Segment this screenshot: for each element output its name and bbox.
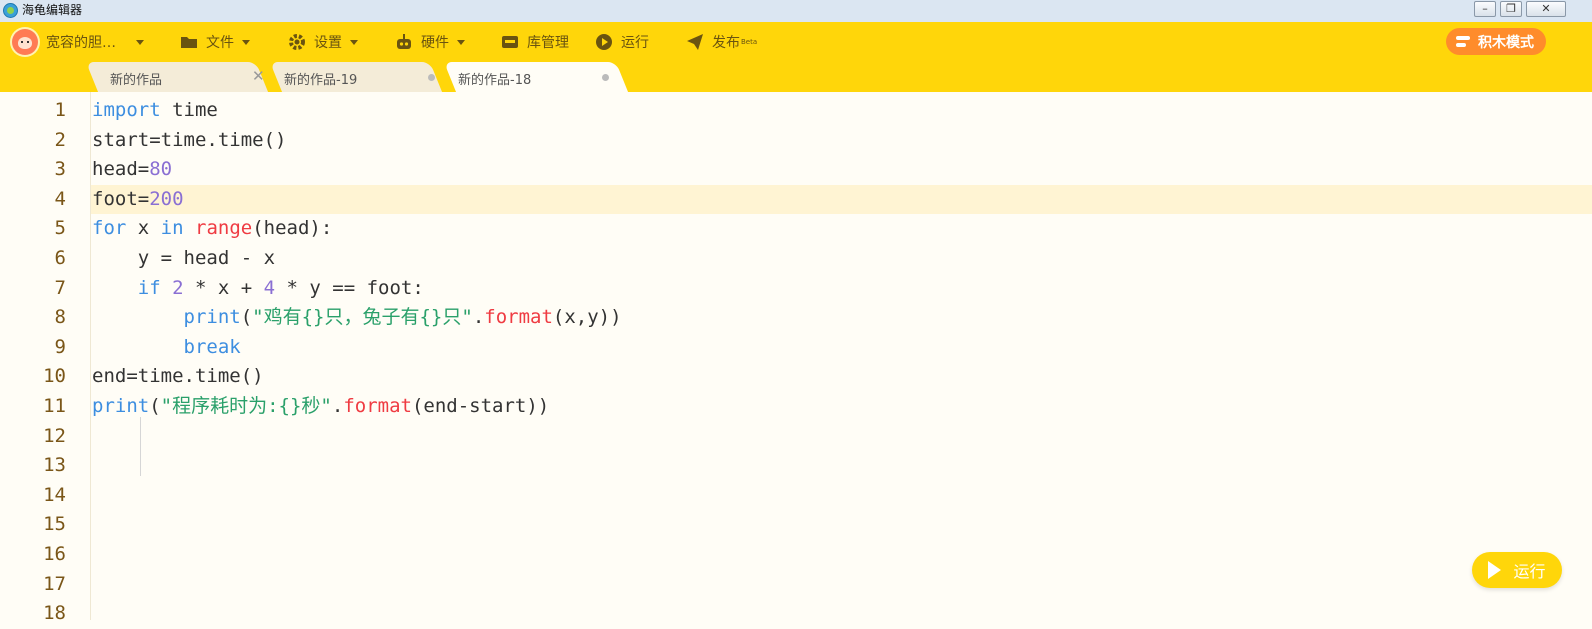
tab-label: 新的作品-19: [284, 73, 358, 88]
line-number: 10: [43, 365, 66, 388]
code-line[interactable]: 14: [0, 481, 1592, 511]
code-text[interactable]: break: [92, 333, 241, 363]
library-manager-label: 库管理: [527, 35, 569, 51]
close-icon[interactable]: ✕: [252, 67, 265, 85]
line-number: 18: [43, 602, 66, 625]
blocks-mode-label: 积木模式: [1478, 34, 1534, 51]
window-title: 海龟编辑器: [22, 3, 83, 17]
avatar: [12, 29, 38, 55]
code-line[interactable]: 16: [0, 540, 1592, 570]
tab-new-work[interactable]: 新的作品 ✕: [85, 62, 269, 92]
folder-icon: [181, 37, 197, 48]
tab-label: 新的作品-18: [458, 73, 532, 88]
line-number: 6: [54, 247, 66, 269]
line-number: 15: [43, 513, 66, 536]
code-line[interactable]: 11 print("程序耗时为:{}秒".format(end-start)): [0, 392, 1592, 422]
line-number: 16: [43, 543, 66, 565]
line-number: 9: [54, 335, 66, 358]
beta-badge: Beta: [741, 38, 758, 46]
code-text[interactable]: print("鸡有{}只，兔子有{}只".format(x,y)): [92, 303, 622, 333]
code-text[interactable]: head=80: [92, 155, 172, 185]
code-text[interactable]: start=time.time(): [92, 126, 286, 156]
code-line[interactable]: 6 y = head - x: [0, 244, 1592, 274]
main-toolbar: 宽容的胆… 文件 设置 硬件 库管理 运行 发布 Beta 积木模式: [0, 22, 1592, 62]
code-text[interactable]: foot=200: [92, 185, 184, 215]
code-line[interactable]: 9 break: [0, 333, 1592, 363]
current-line-highlight: [91, 184, 1592, 215]
unsaved-dot-icon[interactable]: [602, 74, 609, 81]
code-line[interactable]: 15: [0, 510, 1592, 540]
line-number: 12: [43, 424, 66, 447]
blocks-icon: [1456, 35, 1470, 48]
code-line[interactable]: 10 end=time.time(): [0, 362, 1592, 392]
blocks-mode-button[interactable]: 积木模式: [1446, 28, 1546, 55]
line-number: 11: [43, 395, 66, 417]
run-button-label: 运行: [1513, 562, 1546, 581]
code-line[interactable]: 3 head=80: [0, 155, 1592, 185]
user-menu[interactable]: 宽容的胆…: [12, 22, 144, 62]
code-line[interactable]: 5 for x in range(head):: [0, 214, 1592, 244]
chevron-down-icon: [457, 39, 465, 45]
paper-plane-icon: [687, 34, 703, 50]
publish-label: 发布: [712, 35, 740, 51]
settings-menu-label: 设置: [314, 35, 342, 51]
unsaved-dot-icon[interactable]: [428, 74, 435, 81]
tab-new-work-19[interactable]: 新的作品-19: [269, 62, 443, 92]
line-number: 13: [43, 454, 66, 477]
line-number: 1: [54, 99, 66, 121]
tab-label: 新的作品: [110, 73, 163, 88]
code-text[interactable]: import time: [92, 96, 218, 126]
line-number: 7: [54, 276, 66, 299]
line-number: 17: [43, 572, 66, 595]
line-number: 3: [54, 158, 66, 181]
code-line[interactable]: 1 import time: [0, 96, 1592, 126]
code-line[interactable]: 17: [0, 570, 1592, 600]
publish-button[interactable]: 发布 Beta: [686, 22, 757, 62]
chevron-down-icon: [242, 39, 250, 45]
robot-icon: [397, 34, 411, 49]
settings-menu[interactable]: 设置: [288, 22, 358, 62]
run-toolbar-label: 运行: [621, 35, 649, 51]
tab-strip: 新的作品 ✕ 新的作品-19 新的作品-18: [0, 62, 1592, 92]
code-text[interactable]: end=time.time(): [92, 362, 264, 392]
code-line[interactable]: 8 print("鸡有{}只，兔子有{}只".format(x,y)): [0, 303, 1592, 333]
code-editor[interactable]: 1 import time 2 start=time.time() 3 head…: [0, 92, 1592, 624]
line-number: 14: [43, 483, 66, 506]
close-window-button[interactable]: ✕: [1526, 1, 1566, 17]
gear-icon: [289, 34, 305, 50]
code-line[interactable]: 12: [0, 422, 1592, 452]
hardware-menu[interactable]: 硬件: [395, 22, 465, 62]
code-line[interactable]: 18: [0, 599, 1592, 629]
file-menu-label: 文件: [206, 35, 234, 51]
code-line-active[interactable]: 4 foot=200: [0, 184, 1592, 215]
tab-new-work-18-active[interactable]: 新的作品-18: [443, 62, 629, 92]
code-text[interactable]: if 2 * x + 4 * y == foot:: [92, 274, 424, 304]
run-button[interactable]: 运行: [1472, 552, 1562, 588]
code-line[interactable]: 7 if 2 * x + 4 * y == foot:: [0, 274, 1592, 304]
code-text[interactable]: for x in range(head):: [92, 214, 332, 244]
chevron-down-icon: [350, 39, 358, 45]
package-icon: [502, 36, 518, 48]
code-text[interactable]: print("程序耗时为:{}秒".format(end-start)): [92, 392, 549, 422]
code-line[interactable]: 2 start=time.time(): [0, 126, 1592, 156]
chevron-down-icon: [136, 39, 144, 45]
library-manager-button[interactable]: 库管理: [501, 22, 569, 62]
file-menu[interactable]: 文件: [180, 22, 250, 62]
play-icon: [1488, 561, 1502, 579]
line-number: 8: [54, 306, 66, 329]
code-line[interactable]: 13: [0, 451, 1592, 481]
maximize-button[interactable]: ❐: [1500, 1, 1522, 17]
user-name: 宽容的胆…: [46, 35, 116, 51]
code-text[interactable]: y = head - x: [92, 244, 275, 274]
app-logo-icon: [3, 3, 18, 18]
line-number: 5: [54, 217, 66, 240]
run-toolbar-button[interactable]: 运行: [595, 22, 649, 62]
play-circle-icon: [596, 34, 612, 50]
line-number: 4: [54, 187, 66, 210]
hardware-menu-label: 硬件: [421, 35, 449, 51]
minimize-button[interactable]: –: [1474, 1, 1496, 17]
line-number: 2: [54, 128, 66, 151]
window-titlebar: 海龟编辑器 – ❐ ✕: [0, 0, 1592, 23]
